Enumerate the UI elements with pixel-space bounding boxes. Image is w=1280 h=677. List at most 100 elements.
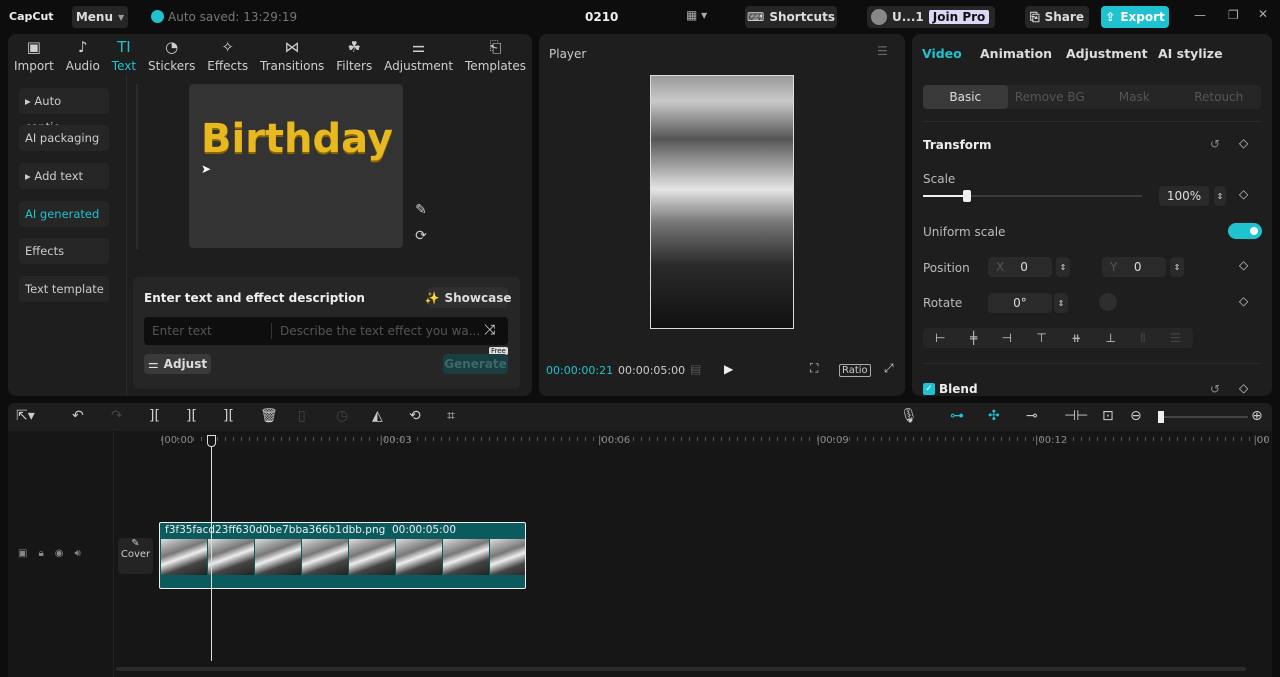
uniform-scale-toggle[interactable] [1228,223,1262,239]
keyframe-icon[interactable]: ◇ [1239,187,1248,201]
position-x-input[interactable]: X0 [988,257,1052,277]
export-button[interactable]: ⇪ Export [1101,6,1169,28]
tab-import[interactable]: ▣ Import [14,38,54,74]
split-icon[interactable]: ][ [149,408,160,424]
align-center-h-icon[interactable]: ╪ [970,331,977,345]
restore-icon[interactable]: ❐ [1228,8,1239,22]
generate-button[interactable]: Generate [443,354,508,374]
tab-audio[interactable]: ♪ Audio [66,38,100,74]
reset-icon[interactable]: ↺ [1210,382,1220,396]
split-right-icon[interactable]: ][ [223,408,234,424]
tab-filters[interactable]: ☘ Filters [336,38,372,74]
zoom-in-icon[interactable]: ⊕ [1251,408,1263,424]
select-tool-icon[interactable]: ⇱▾ [16,408,35,424]
tab-text[interactable]: TI Text [112,38,136,74]
rotate-stepper[interactable]: ⇕ [1054,293,1068,313]
join-pro-button[interactable]: Join Pro [928,10,990,24]
ratio-button[interactable]: Ratio [839,364,871,377]
subtab-retouch[interactable]: Retouch [1177,85,1262,109]
sidebar-item---add-text[interactable]: ▸ Add text [19,163,109,189]
tab-stickers[interactable]: ◔ Stickers [148,38,195,74]
eye-icon[interactable]: ◉ [55,548,64,559]
sidebar-item-ai-packaging[interactable]: AI packaging [19,125,109,151]
split-left-icon[interactable]: ][ [186,408,197,424]
align-bottom-icon[interactable]: ⊥ [1106,331,1116,345]
account-button[interactable]: U...1 Join Pro [867,6,995,28]
auto-snap-icon[interactable]: ✣ [988,408,1000,424]
track-toggle-icon[interactable]: ▣ [18,548,27,559]
keyframe-icon[interactable]: ◇ [1239,136,1248,150]
fit-screen-icon[interactable]: ⛶ [810,361,818,376]
sidebar-item-ai-generated[interactable]: AI generated [19,201,109,227]
speaker-icon[interactable]: 🔊︎ [75,548,81,559]
align-left-icon[interactable]: ⊢ [935,331,945,345]
tab-effects[interactable]: ✧ Effects [207,38,248,74]
video-clip[interactable]: f3f35facd23ff630d0be7bba366b1dbb.png 00:… [159,522,526,589]
distribute-v-icon[interactable]: ☰ [1170,331,1181,345]
subtab-remove-bg[interactable]: Remove BG [1008,85,1093,109]
position-y-input[interactable]: Y0 [1102,257,1166,277]
undo-icon[interactable]: ↶ [72,408,84,424]
keyframe-icon[interactable]: ◇ [1239,294,1248,308]
tab-transitions[interactable]: ⋈ Transitions [260,38,324,74]
share-button[interactable]: ⎘ Share [1025,6,1089,28]
rotate-icon[interactable]: ⟲ [409,408,421,424]
tab-ai-stylize[interactable]: AI stylize [1158,46,1223,61]
scale-input[interactable]: 100% [1159,186,1209,206]
sidebar-item-text-template[interactable]: Text template [19,276,109,302]
edit-icon[interactable]: ✎ [411,202,431,218]
delete-icon[interactable]: 🗑 [260,408,278,424]
lock-icon[interactable]: 🔒︎ [38,548,43,559]
showcase-button[interactable]: ✨ Showcase [425,287,511,308]
scale-slider[interactable] [923,190,1142,202]
horizontal-scrollbar[interactable] [116,667,1246,671]
sidebar-item---auto-captio---[interactable]: ▸ Auto captio... [19,88,109,134]
align-right-icon[interactable]: ⊣ [1002,331,1012,345]
close-icon[interactable]: ✕ [1258,7,1268,21]
description-input[interactable]: Describe the text effect you wa... [280,324,480,338]
freeze-icon[interactable]: ▯ [298,408,306,424]
cover-button[interactable]: ✎ Cover [118,538,153,574]
zoom-slider-handle[interactable] [1158,411,1164,423]
timeline-grid-icon[interactable]: ▤ [690,362,701,376]
zoom-slider[interactable] [1158,411,1248,423]
scale-stepper[interactable]: ⇕ [1214,186,1226,206]
shortcuts-button[interactable]: ⌨ Shortcuts [745,6,837,28]
reverse-icon[interactable]: ◷ [336,408,348,424]
video-preview[interactable] [650,75,794,329]
hamburger-icon[interactable]: ☰ [877,44,888,58]
transform-heading[interactable]: Transform [923,138,991,152]
sidebar-item-effects[interactable]: Effects [19,238,109,264]
align-top-icon[interactable]: ⊤ [1036,331,1046,345]
play-icon[interactable]: ▶ [724,362,733,376]
blend-checkbox[interactable]: ✓ [923,383,935,395]
rotate-input[interactable]: 0° [988,293,1052,313]
redo-icon[interactable]: ↷ [111,408,123,424]
tab-adjustment[interactable]: Adjustment [1066,46,1148,61]
tab-adjustment[interactable]: ⚌ Adjustment [384,38,453,74]
distribute-h-icon[interactable]: ⦀ [1140,331,1145,346]
scrollbar[interactable] [136,84,138,249]
shuffle-icon[interactable]: ⤨ [484,322,495,338]
adjust-button[interactable]: ⚌ Adjust [144,354,211,374]
preview-axis-icon[interactable]: ⊡ [1102,408,1114,424]
reset-icon[interactable]: ↺ [1210,137,1220,151]
tab-templates[interactable]: ⎗ Templates [465,38,526,74]
tab-video[interactable]: Video [922,46,962,61]
y-stepper[interactable]: ⇕ [1170,257,1184,277]
mirror-icon[interactable]: ◭ [372,408,383,424]
text-effect-preview[interactable]: Birthday ➤ [189,84,403,248]
align-middle-icon[interactable]: ⧺ [1071,331,1081,345]
x-stepper[interactable]: ⇕ [1056,257,1070,277]
text-input[interactable]: Enter text [152,324,212,338]
playhead[interactable] [207,435,216,661]
fullscreen-icon[interactable]: ⤢ [884,361,894,376]
blend-heading[interactable]: Blend [939,382,978,396]
refresh-icon[interactable]: ⟳ [411,228,431,244]
rotate-dial[interactable] [1099,293,1117,311]
zoom-out-icon[interactable]: ⊖ [1130,408,1142,424]
layout-icon[interactable]: ▦ ▾ [686,8,707,22]
scale-slider-handle[interactable] [962,190,971,202]
subtab-mask[interactable]: Mask [1092,85,1177,109]
keyframe-icon[interactable]: ◇ [1239,258,1248,272]
